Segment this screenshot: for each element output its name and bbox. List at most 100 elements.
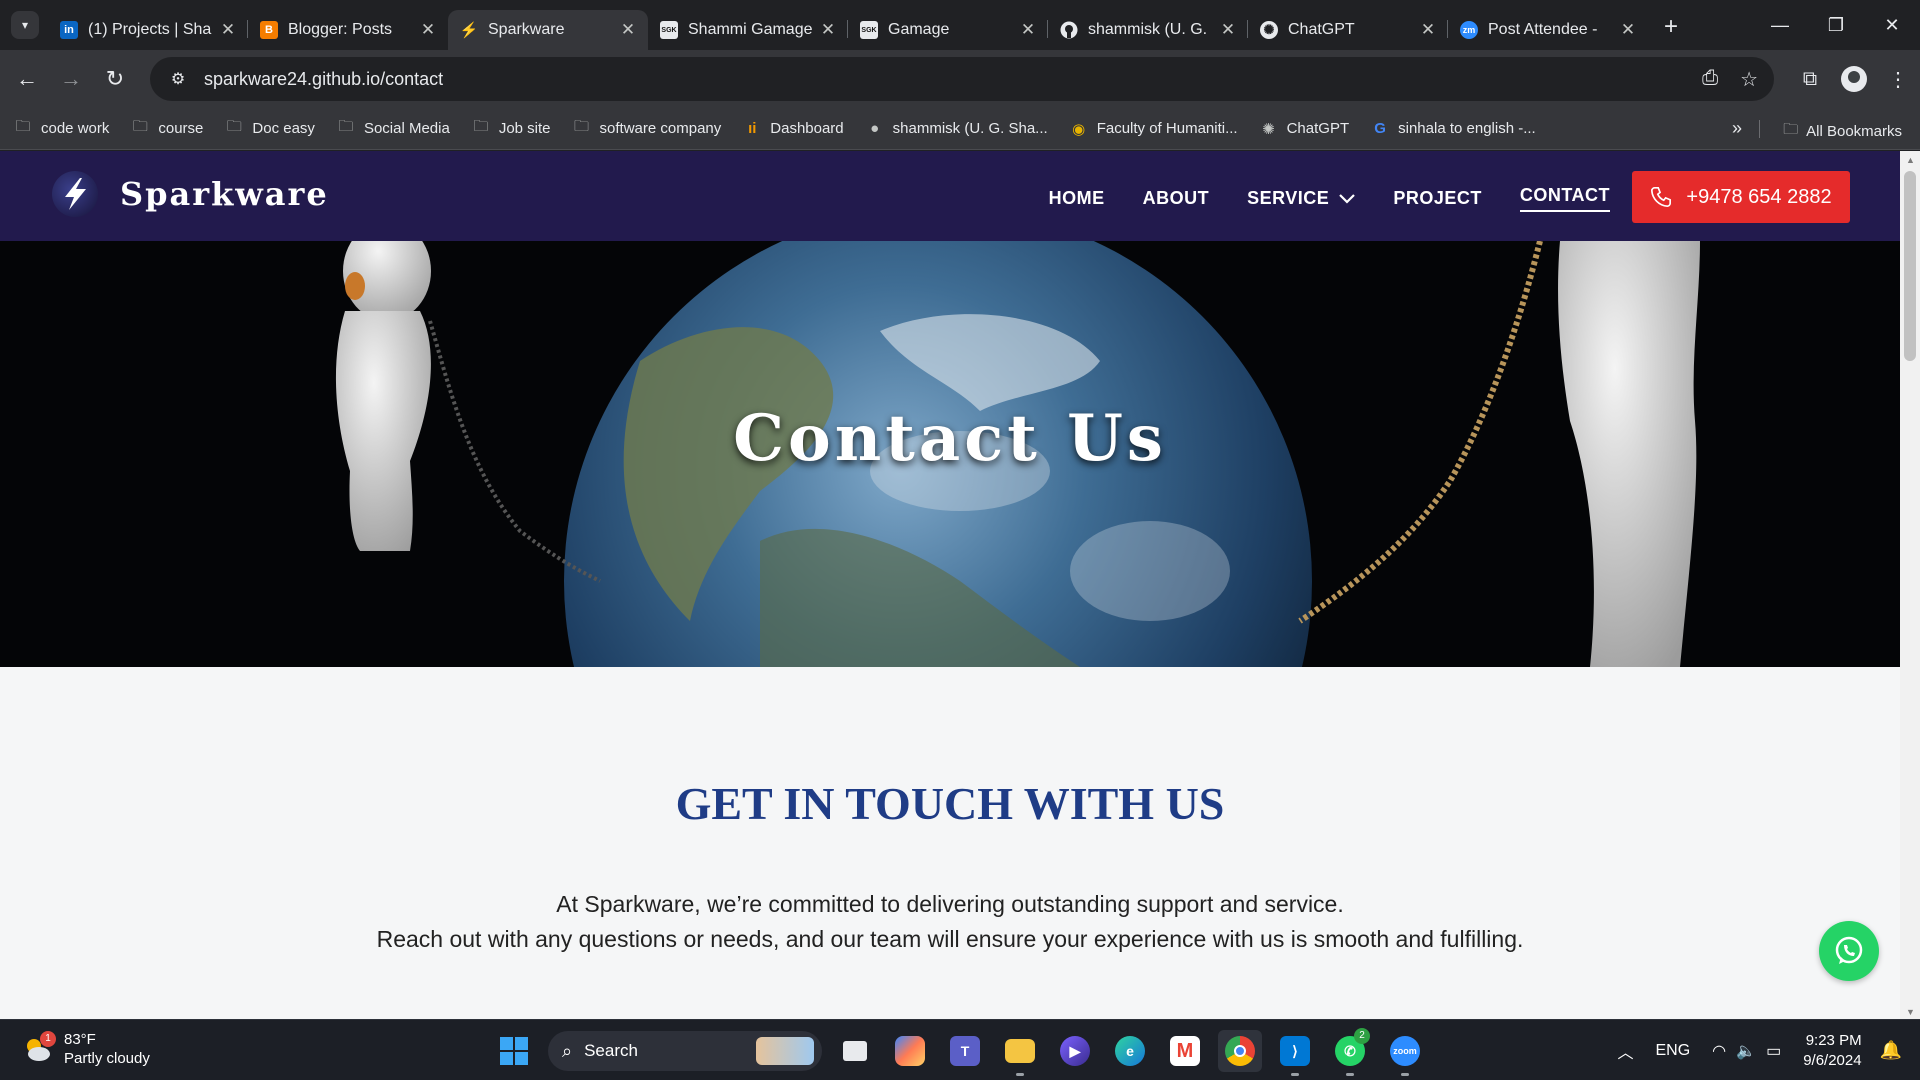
language-indicator[interactable]: ENG bbox=[1656, 1042, 1691, 1060]
zoom-taskbar-icon[interactable]: zoom bbox=[1383, 1030, 1427, 1076]
scroll-up-icon[interactable]: ▲ bbox=[1906, 155, 1915, 165]
bookmark-star-icon[interactable]: ☆ bbox=[1740, 67, 1758, 92]
weather-widget[interactable]: 1 83°F Partly cloudy bbox=[22, 1030, 150, 1068]
notification-bell-icon[interactable]: 🔔 bbox=[1880, 1040, 1902, 1061]
close-window-icon[interactable]: ✕ bbox=[1864, 0, 1920, 50]
search-highlight-image bbox=[756, 1037, 814, 1065]
new-tab-button[interactable]: + bbox=[1664, 13, 1678, 41]
all-bookmarks-button[interactable]: 🗀 All Bookmarks bbox=[1783, 119, 1902, 144]
intro-text: At Sparkware, we’re committed to deliver… bbox=[0, 887, 1900, 957]
partly-cloudy-icon: 1 bbox=[22, 1031, 56, 1064]
main-nav: HOME ABOUT SERVICE PROJECT CONTACT bbox=[1049, 185, 1610, 212]
faculty-icon: ◉ bbox=[1072, 120, 1086, 138]
weather-temp: 83°F bbox=[64, 1031, 96, 1048]
bookmark-doc-easy[interactable]: 🗀 Doc easy bbox=[225, 116, 315, 141]
chatgpt-icon: ✺ bbox=[1260, 21, 1278, 39]
chevron-up-icon[interactable]: ︿ bbox=[1617, 1039, 1633, 1063]
bookmark-software-company[interactable]: 🗀 software company bbox=[573, 116, 721, 141]
tab-shammi-gamage[interactable]: SGK Shammi Gamage ✕ bbox=[648, 10, 848, 50]
task-view-icon[interactable] bbox=[833, 1030, 877, 1072]
bookmark-code-work[interactable]: 🗀 code work bbox=[14, 116, 109, 141]
install-app-icon[interactable]: ⎙ bbox=[1702, 67, 1718, 92]
whatsapp-chat-button[interactable] bbox=[1819, 921, 1879, 981]
close-icon[interactable]: ✕ bbox=[818, 20, 838, 40]
bookmark-dashboard[interactable]: ıi Dashboard bbox=[743, 120, 844, 137]
close-icon[interactable]: ✕ bbox=[618, 20, 638, 40]
clock-date: 9/6/2024 bbox=[1803, 1051, 1862, 1069]
tab-title: Gamage bbox=[888, 21, 950, 38]
forward-button[interactable]: → bbox=[49, 66, 93, 92]
tab-title: Shammi Gamage bbox=[688, 21, 813, 38]
close-icon[interactable]: ✕ bbox=[1418, 20, 1438, 40]
reload-button[interactable]: ↻ bbox=[93, 66, 137, 92]
nav-contact[interactable]: CONTACT bbox=[1519, 185, 1610, 212]
windows-start-icon[interactable] bbox=[500, 1037, 528, 1065]
page-scrollbar[interactable]: ▲ ▼ bbox=[1900, 151, 1920, 1019]
edge-icon[interactable]: e bbox=[1108, 1030, 1152, 1072]
bookmark-job-site[interactable]: 🗀 Job site bbox=[472, 116, 550, 141]
file-explorer-icon[interactable] bbox=[998, 1030, 1042, 1076]
weather-desc: Partly cloudy bbox=[64, 1050, 150, 1067]
gmail-icon[interactable]: M bbox=[1163, 1030, 1207, 1072]
google-icon: G bbox=[1374, 120, 1386, 137]
tab-github[interactable]: shammisk (U. G. ✕ bbox=[1048, 10, 1248, 50]
whatsapp-unread-badge: 2 bbox=[1354, 1028, 1370, 1044]
bookmark-chatgpt[interactable]: ✺ ChatGPT bbox=[1260, 120, 1349, 138]
clipchamp-icon[interactable]: ▶ bbox=[1053, 1030, 1097, 1072]
close-icon[interactable]: ✕ bbox=[1618, 20, 1638, 40]
browser-menu-icon[interactable]: ⋮ bbox=[1876, 67, 1920, 92]
intro-line-2: Reach out with any questions or needs, a… bbox=[376, 926, 1524, 952]
phone-number: +9478 654 2882 bbox=[1686, 185, 1832, 208]
more-bookmarks-icon[interactable]: » bbox=[1732, 118, 1742, 139]
search-icon: ⌕ bbox=[562, 1040, 573, 1061]
nav-home[interactable]: HOME bbox=[1049, 185, 1105, 212]
close-icon[interactable]: ✕ bbox=[1218, 20, 1238, 40]
sgk-icon: SGK bbox=[660, 21, 678, 39]
battery-icon[interactable]: ▭ bbox=[1766, 1041, 1781, 1061]
system-clock[interactable]: 9:23 PM 9/6/2024 bbox=[1803, 1031, 1861, 1071]
back-button[interactable]: ← bbox=[5, 66, 49, 92]
logo-text: Sparkware bbox=[120, 175, 329, 213]
call-button[interactable]: +9478 654 2882 bbox=[1632, 171, 1850, 223]
copilot-icon[interactable] bbox=[888, 1030, 932, 1072]
whatsapp-taskbar-icon[interactable]: ✆ 2 bbox=[1328, 1028, 1372, 1076]
close-icon[interactable]: ✕ bbox=[218, 20, 238, 40]
sgk-icon: SGK bbox=[860, 21, 878, 39]
folder-icon: 🗀 bbox=[338, 118, 354, 135]
close-icon[interactable]: ✕ bbox=[418, 20, 438, 40]
site-logo[interactable]: Sparkware bbox=[52, 171, 329, 217]
site-info-icon[interactable]: ⚙ bbox=[158, 69, 198, 89]
tab-sparkware[interactable]: ⚡ Sparkware ✕ bbox=[448, 10, 648, 50]
tab-search-button[interactable]: ▾ bbox=[11, 11, 39, 39]
taskbar-search[interactable]: ⌕ Search bbox=[548, 1031, 822, 1071]
profile-avatar[interactable] bbox=[1841, 66, 1867, 92]
tab-chatgpt[interactable]: ✺ ChatGPT ✕ bbox=[1248, 10, 1448, 50]
clock-time: 9:23 PM bbox=[1805, 1031, 1862, 1049]
scroll-down-icon[interactable]: ▼ bbox=[1906, 1007, 1915, 1017]
bookmark-faculty[interactable]: ◉ Faculty of Humaniti... bbox=[1070, 120, 1237, 138]
close-icon[interactable]: ✕ bbox=[1018, 20, 1038, 40]
wifi-icon[interactable]: ◠ bbox=[1712, 1041, 1726, 1061]
bookmark-social-media[interactable]: 🗀 Social Media bbox=[337, 116, 449, 141]
tab-blogger[interactable]: B Blogger: Posts ✕ bbox=[248, 10, 448, 50]
vscode-icon[interactable]: ⟩ bbox=[1273, 1030, 1317, 1076]
chrome-icon[interactable] bbox=[1218, 1030, 1262, 1072]
volume-icon[interactable]: 🔈 bbox=[1736, 1041, 1756, 1061]
phone-icon bbox=[1651, 187, 1672, 207]
minimize-icon[interactable]: — bbox=[1752, 0, 1808, 50]
scroll-thumb[interactable] bbox=[1904, 171, 1916, 361]
nav-about[interactable]: ABOUT bbox=[1143, 185, 1210, 212]
nav-service[interactable]: SERVICE bbox=[1247, 185, 1356, 212]
bookmark-github[interactable]: ● shammisk (U. G. Sha... bbox=[866, 120, 1048, 137]
tab-zoom[interactable]: zm Post Attendee - ✕ bbox=[1448, 10, 1648, 50]
extensions-icon[interactable]: ⧉ bbox=[1788, 68, 1832, 91]
url-text[interactable]: sparkware24.github.io/contact bbox=[204, 69, 443, 90]
restore-icon[interactable]: ❐ bbox=[1808, 0, 1864, 50]
bookmark-sinhala-to-english[interactable]: Gsinhala to english -... bbox=[1371, 120, 1535, 137]
nav-project[interactable]: PROJECT bbox=[1393, 185, 1482, 212]
tab-gamage[interactable]: SGK Gamage ✕ bbox=[848, 10, 1048, 50]
bookmark-course[interactable]: 🗀 course bbox=[131, 116, 204, 141]
address-bar[interactable]: ⚙ sparkware24.github.io/contact ⎙ ☆ bbox=[150, 57, 1774, 101]
teams-icon[interactable]: T bbox=[943, 1030, 987, 1072]
tab-linkedin[interactable]: in (1) Projects | Sha ✕ bbox=[48, 10, 248, 50]
